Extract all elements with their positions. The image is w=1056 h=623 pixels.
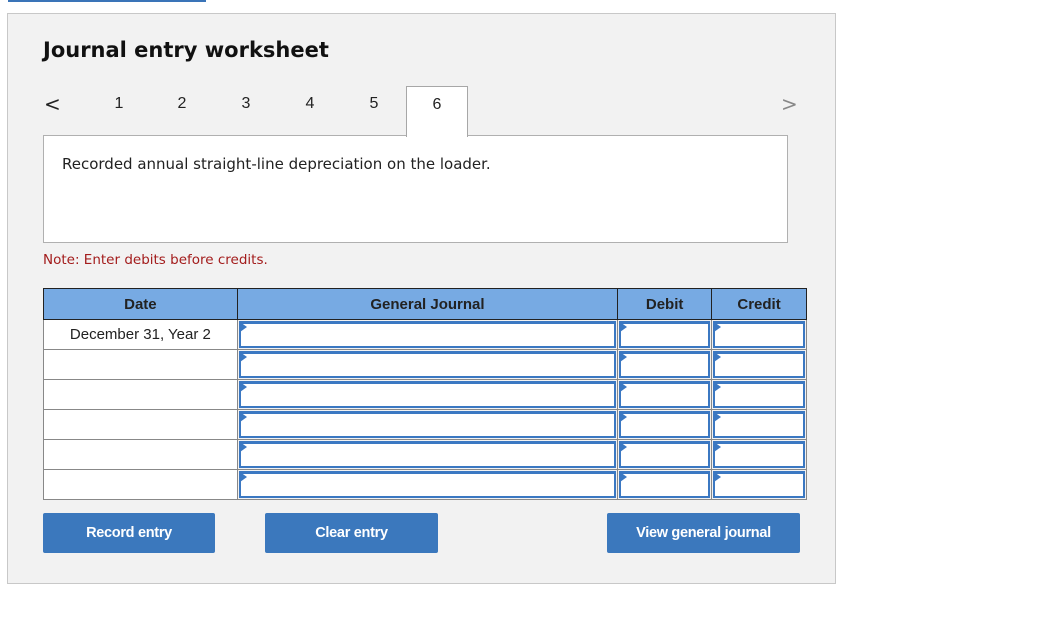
debit-input-wrapper xyxy=(619,321,711,348)
credit-input[interactable] xyxy=(715,414,803,436)
tab-4[interactable]: 4 xyxy=(279,86,341,136)
header-general-journal: General Journal xyxy=(236,288,619,320)
debit-cell xyxy=(617,349,713,380)
credit-input[interactable] xyxy=(715,384,803,406)
account-input-wrapper xyxy=(238,351,617,378)
credit-cell xyxy=(711,319,807,350)
account-input-wrapper xyxy=(238,471,617,498)
account-cell xyxy=(236,319,619,350)
journal-row xyxy=(43,349,807,380)
journal-table: Date General Journal Debit Credit Decemb… xyxy=(43,288,807,500)
tab-5[interactable]: 5 xyxy=(343,86,405,136)
debit-input[interactable] xyxy=(621,354,709,376)
account-cell xyxy=(236,409,619,440)
debit-input-wrapper xyxy=(619,441,711,468)
account-cell xyxy=(236,379,619,410)
credit-input-wrapper xyxy=(713,471,805,498)
date-cell xyxy=(43,349,238,380)
debit-cell xyxy=(617,319,713,350)
debit-cell xyxy=(617,439,713,470)
debit-cell xyxy=(617,379,713,410)
debit-cell xyxy=(617,409,713,440)
chevron-right-icon[interactable]: > xyxy=(781,92,798,116)
top-accent-strip xyxy=(8,0,206,2)
debit-input-wrapper xyxy=(619,471,711,498)
header-credit: Credit xyxy=(711,288,807,320)
header-debit: Debit xyxy=(617,288,713,320)
date-cell xyxy=(43,379,238,410)
transaction-description-box: Recorded annual straight-line depreciati… xyxy=(43,135,788,243)
account-input[interactable] xyxy=(240,324,615,346)
journal-row xyxy=(43,409,807,440)
debit-input[interactable] xyxy=(621,384,709,406)
header-date: Date xyxy=(43,288,238,320)
account-input[interactable] xyxy=(240,354,615,376)
debit-input-wrapper xyxy=(619,351,711,378)
credit-cell xyxy=(711,379,807,410)
tab-2[interactable]: 2 xyxy=(151,86,213,136)
date-cell xyxy=(43,439,238,470)
clear-entry-button[interactable]: Clear entry xyxy=(265,513,438,553)
table-header-row: Date General Journal Debit Credit xyxy=(43,288,807,320)
journal-row xyxy=(43,469,807,500)
journal-row: December 31, Year 2 xyxy=(43,319,807,350)
credit-input[interactable] xyxy=(715,354,803,376)
transaction-description: Recorded annual straight-line depreciati… xyxy=(62,155,491,173)
account-input[interactable] xyxy=(240,474,615,496)
instruction-note: Note: Enter debits before credits. xyxy=(43,252,268,268)
debit-input[interactable] xyxy=(621,444,709,466)
debit-input[interactable] xyxy=(621,324,709,346)
credit-input-wrapper xyxy=(713,381,805,408)
debit-cell xyxy=(617,469,713,500)
date-cell: December 31, Year 2 xyxy=(43,319,238,350)
account-input-wrapper xyxy=(238,321,617,348)
credit-cell xyxy=(711,409,807,440)
credit-cell xyxy=(711,349,807,380)
credit-input-wrapper xyxy=(713,321,805,348)
journal-row xyxy=(43,379,807,410)
credit-cell xyxy=(711,439,807,470)
tab-3[interactable]: 3 xyxy=(215,86,277,136)
account-input[interactable] xyxy=(240,444,615,466)
account-input-wrapper xyxy=(238,411,617,438)
journal-worksheet-panel: Journal entry worksheet < 1 2 3 4 5 6 > … xyxy=(7,13,836,584)
credit-cell xyxy=(711,469,807,500)
debit-input-wrapper xyxy=(619,411,711,438)
debit-input[interactable] xyxy=(621,474,709,496)
account-input-wrapper xyxy=(238,441,617,468)
tab-6-active[interactable]: 6 xyxy=(406,86,468,137)
account-input[interactable] xyxy=(240,414,615,436)
account-input[interactable] xyxy=(240,384,615,406)
credit-input[interactable] xyxy=(715,474,803,496)
chevron-left-icon[interactable]: < xyxy=(44,92,61,116)
journal-row xyxy=(43,439,807,470)
view-general-journal-button[interactable]: View general journal xyxy=(607,513,800,553)
account-cell xyxy=(236,349,619,380)
date-cell xyxy=(43,469,238,500)
account-cell xyxy=(236,439,619,470)
credit-input[interactable] xyxy=(715,444,803,466)
debit-input-wrapper xyxy=(619,381,711,408)
worksheet-title: Journal entry worksheet xyxy=(43,38,329,62)
credit-input-wrapper xyxy=(713,441,805,468)
tab-1[interactable]: 1 xyxy=(88,86,150,136)
account-cell xyxy=(236,469,619,500)
date-cell xyxy=(43,409,238,440)
debit-input[interactable] xyxy=(621,414,709,436)
credit-input[interactable] xyxy=(715,324,803,346)
credit-input-wrapper xyxy=(713,351,805,378)
record-entry-button[interactable]: Record entry xyxy=(43,513,215,553)
credit-input-wrapper xyxy=(713,411,805,438)
account-input-wrapper xyxy=(238,381,617,408)
